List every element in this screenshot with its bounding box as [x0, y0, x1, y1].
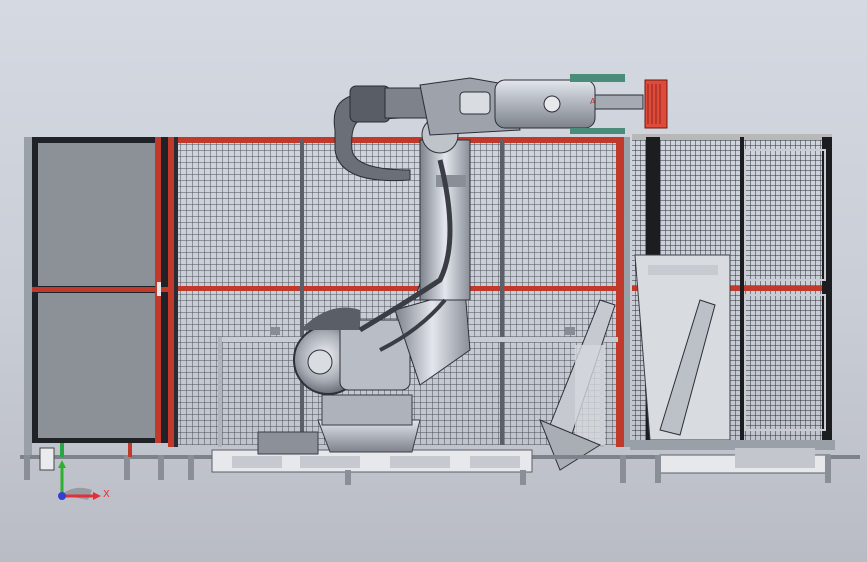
robot-cell-model[interactable]: ABB X — [0, 0, 867, 562]
x-axis-label: X — [103, 489, 110, 500]
left-door-panel[interactable] — [24, 137, 168, 457]
safety-fence-right — [630, 134, 835, 450]
door-glass-upper — [38, 143, 156, 286]
door-glass-lower — [38, 293, 156, 438]
z-axis-dot — [58, 492, 66, 500]
cad-viewport[interactable]: ABB X — [0, 0, 867, 562]
door-handle[interactable] — [157, 282, 161, 296]
coordinate-triad: X — [58, 460, 110, 500]
